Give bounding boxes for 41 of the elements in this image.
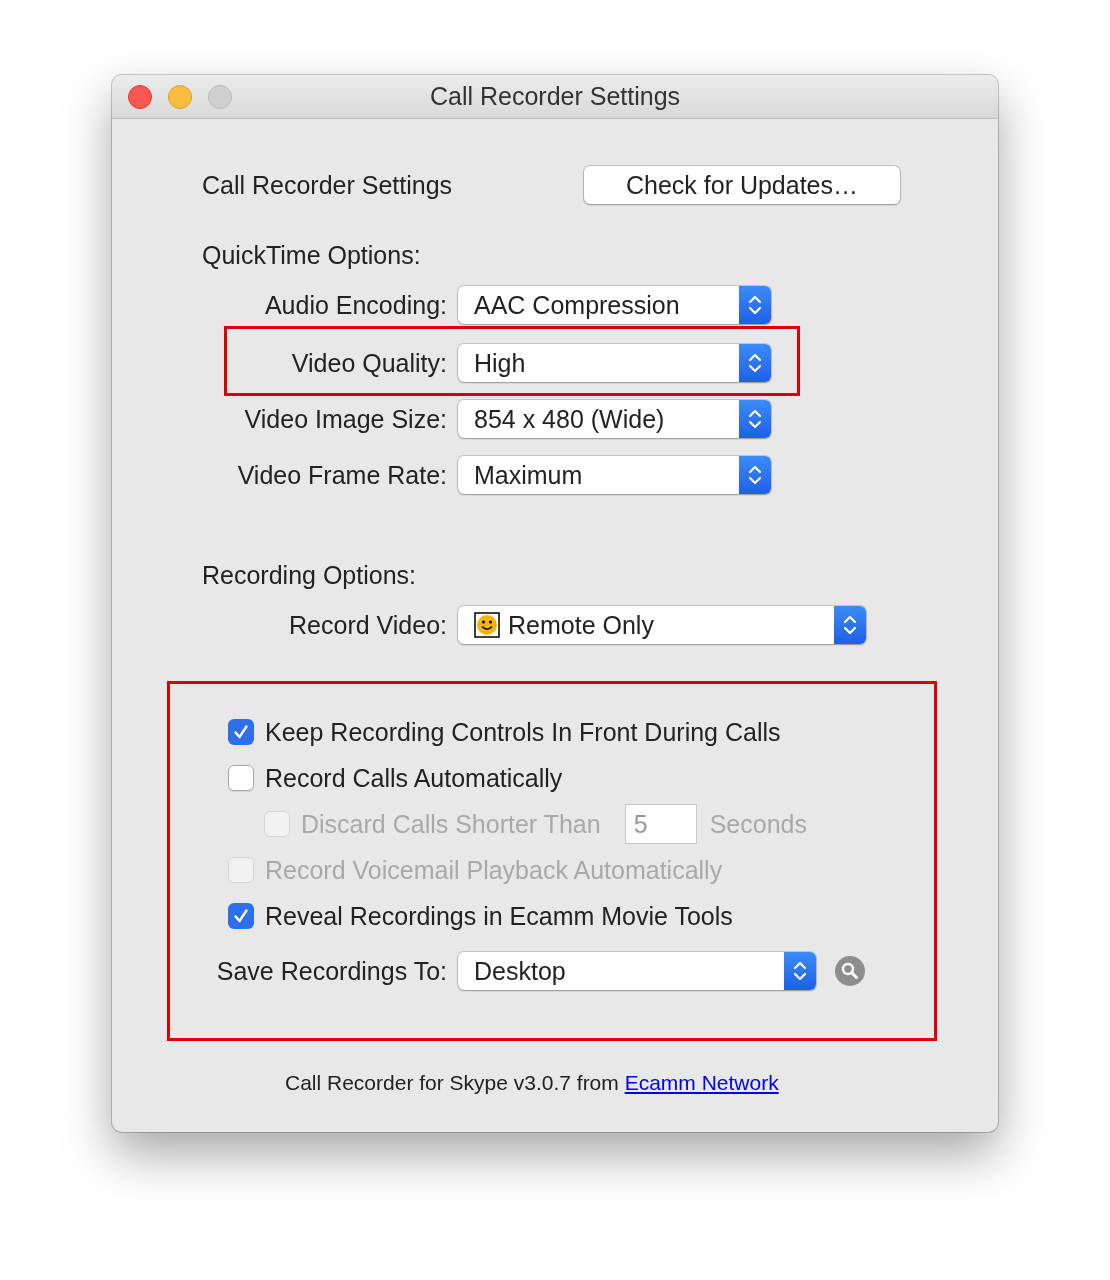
field-label: Record Video:	[288, 610, 447, 640]
checkbox-label: Discard Calls Shorter Than	[301, 809, 601, 839]
window-title: Call Recorder Settings	[429, 82, 681, 110]
checkbox-label: Record Calls Automatically	[265, 763, 563, 793]
stepper-icon	[747, 463, 763, 487]
section-heading: QuickTime Options:	[202, 240, 422, 270]
field-label: Audio Encoding:	[263, 290, 447, 320]
checkmark-icon	[232, 723, 250, 741]
close-button[interactable]	[128, 84, 152, 109]
settings-label: Call Recorder Settings	[202, 170, 453, 200]
checkmark-icon	[232, 907, 250, 925]
check-updates-button[interactable]: Check for Updates…	[584, 166, 900, 204]
minimize-button[interactable]	[168, 84, 192, 109]
stepper-icon	[747, 407, 763, 431]
field-label: Video Image Size:	[243, 404, 447, 434]
popup-button[interactable]: 854 x 480 (Wide)	[458, 400, 771, 438]
stepper-icon	[747, 351, 763, 375]
checkbox-label: Record Voicemail Playback Automatically	[265, 855, 723, 885]
search-icon[interactable]	[835, 956, 865, 986]
stepper-icon	[792, 959, 808, 983]
stepper-icon	[842, 613, 858, 637]
unit-label: Seconds	[709, 809, 807, 839]
popup-button[interactable]: High	[458, 344, 771, 382]
zoom-button[interactable]	[208, 84, 232, 109]
popup-button[interactable]: Maximum	[458, 456, 771, 494]
checkbox[interactable]	[228, 765, 254, 791]
field-label: Video Frame Rate:	[236, 460, 447, 490]
checkbox[interactable]	[228, 903, 254, 929]
stepper-icon	[747, 293, 763, 317]
popup-button[interactable]: AAC Compression	[458, 286, 771, 324]
checkbox-label: Keep Recording Controls In Front During Calls	[265, 717, 781, 747]
checkbox-label: Reveal Recordings in Ecamm Movie Tools	[265, 901, 733, 931]
popup-button[interactable]: Remote Only	[458, 606, 866, 644]
smiley-icon	[474, 612, 500, 638]
checkbox[interactable]	[228, 719, 254, 745]
field-label: Save Recordings To:	[215, 956, 447, 986]
section-heading: Recording Options:	[202, 560, 417, 590]
popup-button[interactable]: Desktop	[458, 952, 816, 990]
field-label: Video Quality:	[290, 348, 447, 378]
ecamm-link[interactable]: Ecamm Network	[624, 1071, 779, 1094]
footer-text: Call Recorder for Skype v3.0.7 from	[285, 1071, 620, 1094]
